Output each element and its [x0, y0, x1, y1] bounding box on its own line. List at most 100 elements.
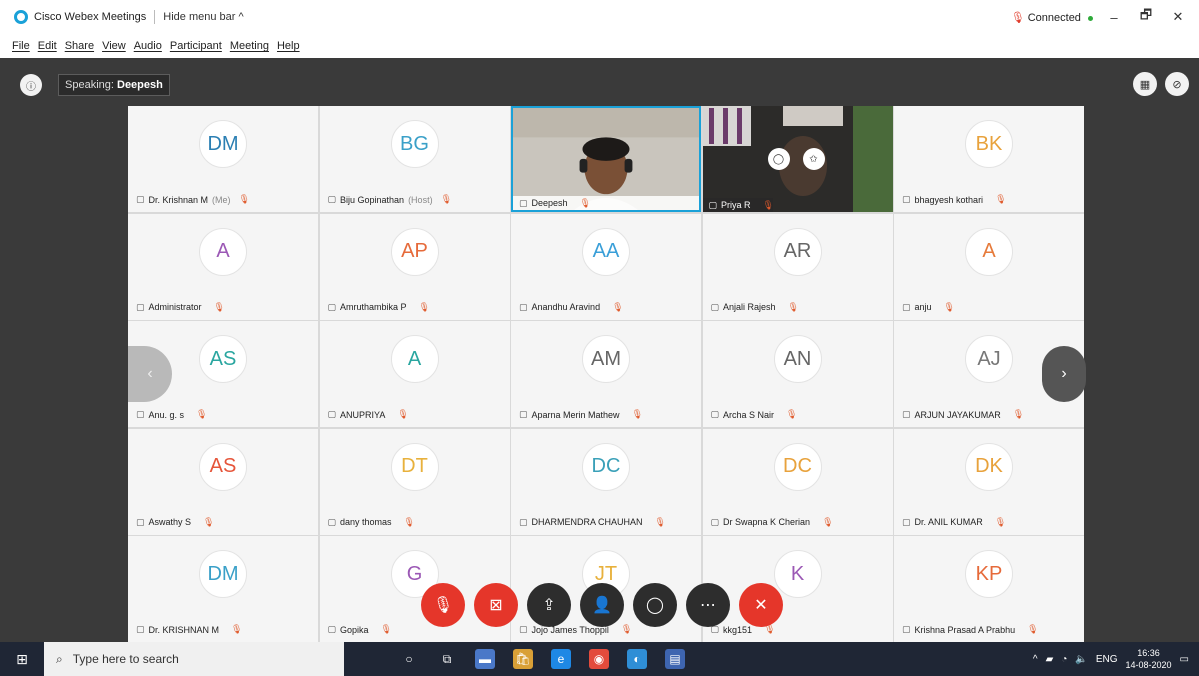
avatar: A [965, 227, 1013, 276]
participant-name: anju [914, 302, 932, 312]
layout-toggle-icon[interactable]: ⊘ [1165, 72, 1189, 96]
device-icon: ▢ [519, 516, 528, 527]
participant-tile[interactable]: AS ▢ Aswathy S 🎙 [128, 428, 318, 535]
menu-view[interactable]: View [102, 40, 126, 52]
device-icon: ▢ [710, 409, 720, 419]
participant-tile[interactable]: DM ▢ Dr. KRISHNAN M 🎙 [128, 536, 318, 642]
windows-start-button[interactable]: ⊞ [0, 651, 44, 668]
hide-menu-bar-button[interactable]: Hide menu bar ^ [163, 11, 243, 23]
avatar: A [199, 227, 247, 276]
participant-nameplate: ▢ Krishna Prasad A Prabhu 🎙 [902, 624, 1039, 635]
participant-tile[interactable]: DT ▢ dany thomas 🎙 [319, 428, 510, 535]
device-icon: ▢ [136, 516, 145, 527]
notifications-icon[interactable]: ▭ [1180, 654, 1189, 665]
taskbar-search-box[interactable]: ⌕ Type here to search [44, 642, 344, 676]
participant-nameplate: ▢ Aparna Merin Mathew 🎙 [519, 409, 643, 420]
menu-help[interactable]: Help [277, 40, 300, 52]
participant-grid: DM ▢ Dr. Krishnan M (Me) 🎙 BG ▢ Biju Gopinathan… [128, 106, 1084, 642]
participant-tile[interactable]: A ▢ Administrator 🎙 [128, 213, 318, 320]
participant-nameplate: ▢ Priya R 🎙 [702, 198, 774, 212]
participant-tile[interactable]: ◯ ✩ ▢ Priya R 🎙 [702, 106, 893, 212]
menu-participant[interactable]: Participant [170, 40, 222, 52]
mute-button[interactable]: 🎙 [421, 583, 465, 627]
participant-role: (Host) [408, 194, 433, 205]
clock[interactable]: 16:36 14-08-2020 [1126, 647, 1172, 671]
participant-nameplate: ▢ Administrator 🎙 [136, 302, 225, 313]
participant-tile[interactable]: BG ▢ Biju Gopinathan (Host) 🎙 [319, 106, 510, 212]
menu-bar: File Edit Share View Audio Participant M… [0, 34, 1199, 58]
menu-file[interactable]: File [12, 40, 30, 52]
volume-icon[interactable]: 🔈 [1075, 654, 1087, 665]
avatar: AS [199, 335, 247, 383]
participant-name: Gopika [340, 624, 369, 635]
language-indicator[interactable]: ENG [1096, 654, 1118, 665]
avatar: BG [390, 120, 439, 168]
chat-button[interactable]: ◯ [633, 583, 677, 627]
network-icon[interactable]: ▰ [1046, 654, 1054, 665]
participant-name: Dr Swapna K Cherian [723, 517, 811, 527]
participant-tile[interactable]: AR ▢ Anjali Rajesh 🎙 [702, 213, 893, 320]
participant-tile[interactable]: A ▢ anju 🎙 [894, 213, 1084, 320]
video-pin-icon[interactable]: ✩ [802, 148, 825, 170]
participant-name: Aswathy S [148, 517, 192, 527]
participant-tile[interactable]: AA ▢ Anandhu Aravind 🎙 [511, 213, 701, 320]
participant-name: Amruthambika P [340, 302, 407, 312]
next-page-button[interactable]: › [1042, 346, 1086, 402]
participant-tile[interactable]: A ▢ ANUPRIYA 🎙 [319, 321, 510, 427]
participant-tile[interactable]: BK ▢ bhagyesh kothari 🎙 [894, 106, 1084, 212]
menu-share[interactable]: Share [65, 40, 94, 52]
participant-tile[interactable]: AN ▢ Archa S Nair 🎙 [702, 321, 893, 427]
grid-view-icon[interactable]: ▦ [1133, 72, 1157, 96]
video-chat-icon[interactable]: ◯ [767, 148, 790, 170]
menu-meeting[interactable]: Meeting [230, 40, 269, 52]
close-icon: ✕ [754, 597, 768, 614]
participant-tile[interactable]: ▢ Deepesh 🎙 [511, 106, 701, 212]
participant-tile[interactable]: AP ▢ Amruthambika P 🎙 [319, 213, 510, 320]
mic-muted-icon: 🎙 [231, 624, 243, 634]
edge-icon[interactable]: e [551, 649, 571, 669]
task-view-icon[interactable]: ⧉ [437, 649, 457, 669]
participant-nameplate: ▢ Dr. Krishnan M (Me) 🎙 [136, 194, 250, 205]
more-icon: ⋯ [700, 597, 716, 614]
participant-tile[interactable]: DM ▢ Dr. Krishnan M (Me) 🎙 [128, 106, 318, 212]
cortana-icon[interactable]: ○ [399, 649, 419, 669]
restore-button[interactable]: 🗗 [1135, 6, 1157, 28]
avatar: AS [199, 442, 247, 491]
device-icon: ▢ [327, 301, 337, 312]
participant-tile[interactable]: DC ▢ DHARMENDRA CHAUHAN 🎙 [511, 428, 701, 535]
close-window-button[interactable]: ✕ [1167, 9, 1189, 25]
participant-tile[interactable]: AM ▢ Aparna Merin Mathew 🎙 [511, 321, 701, 427]
device-icon: ▢ [327, 624, 337, 634]
participant-name: ARJUN JAYAKUMAR [914, 409, 1001, 420]
device-icon: ▢ [136, 301, 145, 312]
participant-nameplate: ▢ Dr. KRISHNAN M 🎙 [136, 624, 242, 635]
chrome-icon[interactable]: ◉ [589, 649, 609, 669]
participant-tile[interactable]: DK ▢ Dr. ANIL KUMAR 🎙 [894, 428, 1084, 535]
chevron-up-icon[interactable]: ^ [1033, 654, 1038, 665]
share-button[interactable]: ⇪ [527, 583, 571, 627]
app-icon-1[interactable]: ▬ [475, 649, 495, 669]
participant-tile[interactable]: DC ▢ Dr Swapna K Cherian 🎙 [702, 428, 893, 535]
mic-muted-icon: 🎙 [418, 301, 430, 312]
menu-audio[interactable]: Audio [134, 40, 162, 52]
menu-edit[interactable]: Edit [38, 40, 57, 52]
participant-name: Archa S Nair [723, 409, 775, 420]
participant-tile[interactable]: KP ▢ Krishna Prasad A Prabhu 🎙 [894, 536, 1084, 642]
notes-icon[interactable]: ▤ [665, 649, 685, 669]
avatar: DC [582, 442, 630, 491]
store-icon[interactable]: 🛍 [513, 649, 533, 669]
participant-name: Krishna Prasad A Prabhu [914, 624, 1016, 635]
wifi-icon[interactable]: ◔ [1061, 654, 1067, 665]
connection-status[interactable]: 🎙 Connected [1011, 11, 1093, 24]
meeting-info-button[interactable]: ⓘ [20, 74, 42, 96]
participants-button[interactable]: 👤 [580, 583, 624, 627]
stop-video-button[interactable]: ⊠ [474, 583, 518, 627]
webex-taskbar-icon[interactable]: ◐ [627, 649, 647, 669]
device-icon: ▢ [902, 409, 911, 419]
system-tray: ^ ▰ ◔ 🔈 ENG 16:36 14-08-2020 ▭ [1033, 642, 1199, 676]
leave-meeting-button[interactable]: ✕ [739, 583, 783, 627]
mic-muted-icon: 🎙 [631, 409, 643, 419]
layout-controls: ▦ ⊘ [1133, 72, 1189, 96]
minimize-button[interactable]: – [1103, 10, 1125, 25]
more-options-button[interactable]: ⋯ [686, 583, 730, 627]
